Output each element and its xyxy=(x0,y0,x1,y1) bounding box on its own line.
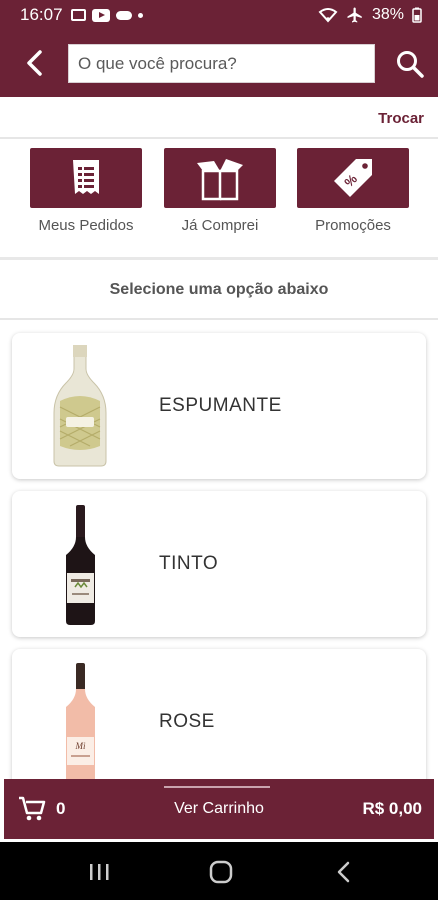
receipt-icon xyxy=(73,160,99,194)
status-time: 16:07 xyxy=(20,5,63,24)
wifi-icon xyxy=(318,8,338,23)
sparkling-bottle-image xyxy=(53,345,107,467)
rose-wine-bottle-image: Mi xyxy=(66,663,95,783)
search-icon[interactable] xyxy=(394,48,426,80)
category-card-tinto[interactable]: TINTO xyxy=(12,491,426,637)
system-nav-bar xyxy=(0,842,438,900)
youtube-icon xyxy=(91,8,110,22)
section-title: Selecione uma opção abaixo xyxy=(109,281,329,298)
search-input[interactable] xyxy=(78,53,374,74)
gallery-icon xyxy=(70,9,86,21)
status-bar: 16:07 38% xyxy=(0,0,438,30)
category-card-espumante[interactable]: ESPUMANTE xyxy=(12,333,426,479)
battery-icon xyxy=(412,7,422,23)
cloud-icon xyxy=(115,10,132,20)
trocar-link[interactable]: Trocar xyxy=(378,110,424,127)
airplane-icon xyxy=(347,7,362,23)
quick-action-label: Promoções xyxy=(315,217,391,234)
category-label: TINTO xyxy=(159,553,219,574)
home-icon[interactable] xyxy=(208,860,234,884)
quick-action-label: Meus Pedidos xyxy=(38,217,134,234)
red-wine-bottle-image xyxy=(66,505,95,625)
meus-pedidos-tile[interactable] xyxy=(30,148,142,208)
quick-action-ja-comprei[interactable]: Já Comprei xyxy=(164,148,276,234)
recent-apps-icon[interactable] xyxy=(86,860,112,884)
quick-action-label: Já Comprei xyxy=(181,217,259,234)
top-toolbar xyxy=(0,30,438,97)
quick-action-promocoes[interactable]: % Promoções xyxy=(297,148,409,234)
more-notifications-icon xyxy=(137,12,143,18)
quick-action-meus-pedidos[interactable]: Meus Pedidos xyxy=(30,148,142,234)
category-card-rose[interactable]: Mi ROSE xyxy=(12,649,426,795)
divider xyxy=(0,318,438,320)
back-arrow-icon[interactable] xyxy=(18,46,52,80)
promocoes-tile[interactable]: % xyxy=(297,148,409,208)
cart-total: R$ 0,00 xyxy=(362,799,422,818)
divider xyxy=(0,257,438,260)
ja-comprei-tile[interactable] xyxy=(164,148,276,208)
system-back-icon[interactable] xyxy=(332,860,358,884)
notification-icons xyxy=(70,8,143,22)
category-label: ROSE xyxy=(159,711,215,732)
search-bar xyxy=(68,44,375,83)
price-tag-icon: % xyxy=(334,159,372,197)
svg-text:Mi: Mi xyxy=(75,741,86,751)
divider xyxy=(0,137,438,139)
cart-bar: 0 Ver Carrinho R$ 0,00 xyxy=(4,779,434,839)
category-label: ESPUMANTE xyxy=(159,395,282,416)
battery-percent: 38% xyxy=(371,6,404,23)
drag-handle xyxy=(164,786,270,788)
open-box-icon xyxy=(197,159,243,201)
